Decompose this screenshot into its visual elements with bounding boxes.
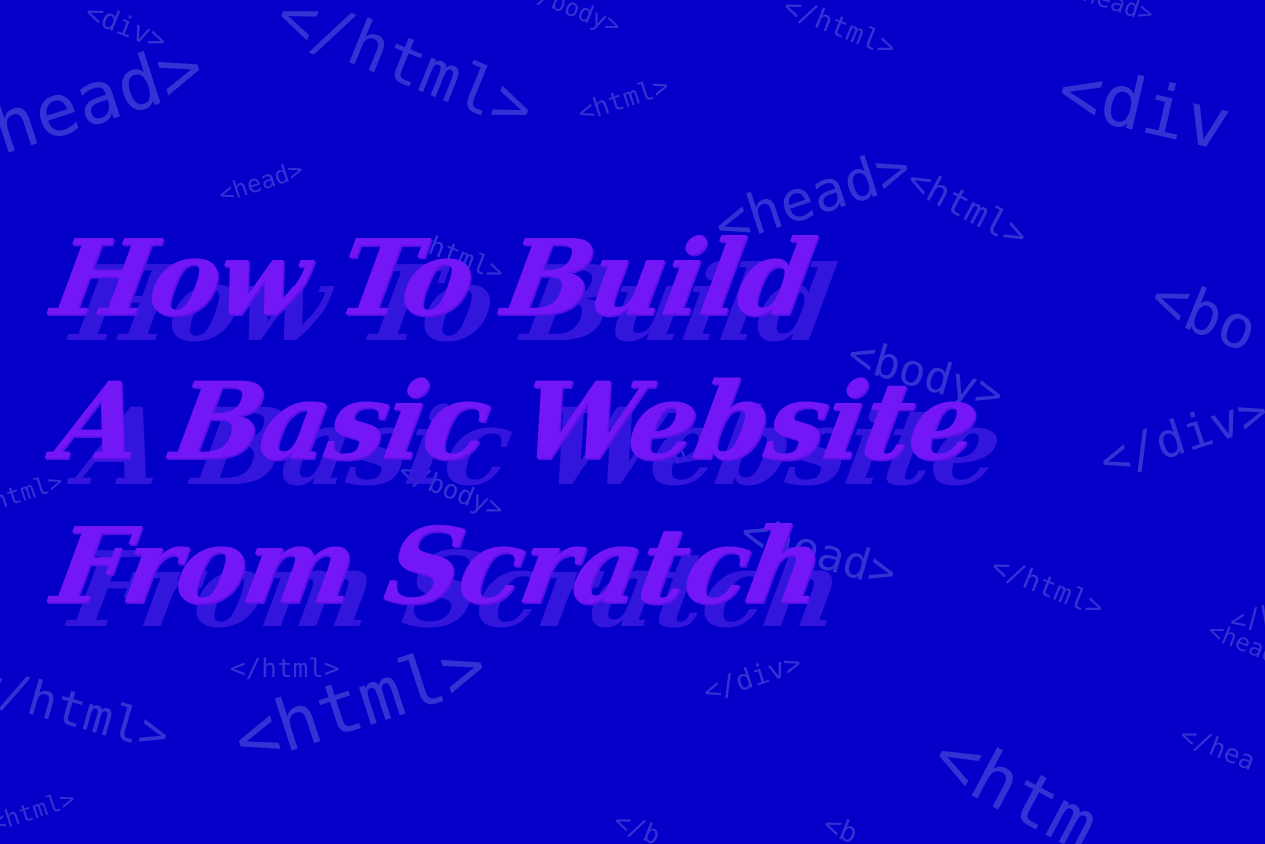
title-line-3: From Scratch [44,504,833,627]
background-tag: <head> [215,155,307,209]
title-line-2: A Basic Website [48,358,988,483]
background-tag: </html> [230,654,340,684]
title-line-1: How To Build [44,216,822,339]
title-block: How To Build A Basic Website From Scratc… [44,210,1009,651]
background-tag: <head> [0,23,214,185]
background-tag: </html> [0,654,176,764]
background-tag: <htm [919,712,1112,844]
background-tag: <b [818,807,863,844]
background-tag: </b [609,806,665,844]
background-tag: </div> [699,645,806,709]
background-tag: </body> [520,0,625,41]
background-tag: </html> [778,0,901,65]
background-tag: <bo [1140,261,1265,367]
background-tag: </hea [1175,720,1260,778]
background-tag: <html> [574,71,673,129]
background-tag: <html> [0,784,79,838]
background-tag: <div [1050,46,1239,168]
background-tag: </div> [1092,382,1265,490]
background-tag: </html> [266,0,544,148]
background-tag: </html> [986,549,1109,625]
background-tag: </head> [1052,0,1157,28]
